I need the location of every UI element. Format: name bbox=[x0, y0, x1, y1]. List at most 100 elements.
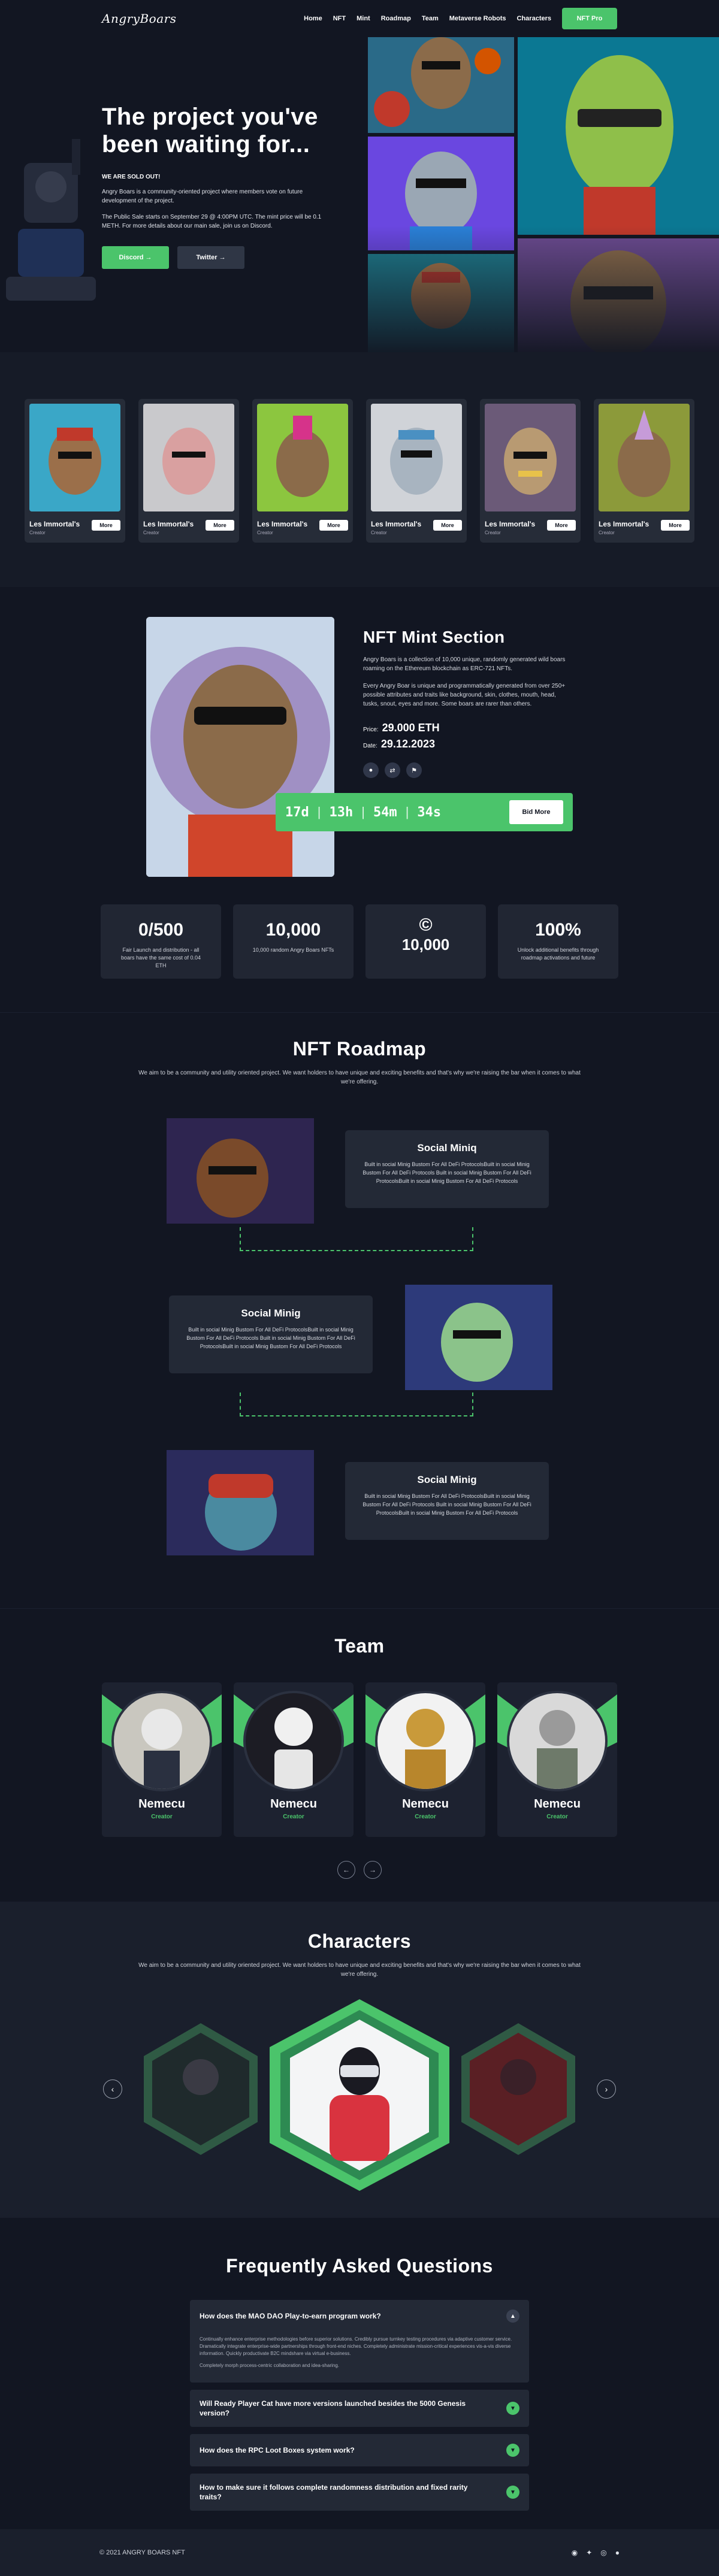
stat-card: 100% Unlock additional benefits through r… bbox=[498, 904, 618, 979]
nav-link-roadmap[interactable]: Roadmap bbox=[381, 15, 411, 22]
characters-next-arrow-icon[interactable]: › bbox=[597, 2079, 616, 2099]
more-button[interactable]: More bbox=[547, 520, 576, 531]
roadmap-box-1: Social Miniq Built in social Minig Busto… bbox=[345, 1130, 549, 1208]
chevron-up-icon[interactable]: ▲ bbox=[506, 2309, 519, 2323]
more-button[interactable]: More bbox=[206, 520, 234, 531]
chevron-down-icon[interactable]: ▼ bbox=[506, 2444, 519, 2457]
twitter-icon[interactable]: ✦ bbox=[586, 2548, 592, 2557]
roadmap-box-title: Social Miniq bbox=[417, 1142, 477, 1154]
character-center[interactable] bbox=[270, 1999, 449, 2191]
team-section: Team Nemecu Creator Nemecu Creator Nemec… bbox=[0, 1608, 719, 1902]
nft-card-image bbox=[485, 404, 576, 511]
more-button[interactable]: More bbox=[92, 520, 120, 531]
faq-answer-paragraph: Completely morph process-centric collabo… bbox=[200, 2363, 340, 2368]
sold-out-label: WE ARE SOLD OUT! bbox=[102, 174, 161, 180]
flag-icon[interactable]: ⚑ bbox=[406, 762, 422, 778]
faq-answer: Continually enhance enterprise methodolo… bbox=[200, 2336, 519, 2369]
nft-card[interactable]: Les Immortal's Creator More bbox=[594, 399, 694, 543]
team-member-card[interactable]: Nemecu Creator bbox=[497, 1682, 617, 1837]
faq-answer-paragraph: Continually enhance enterprise methodolo… bbox=[200, 2336, 512, 2356]
team-member-card[interactable]: Nemecu Creator bbox=[234, 1682, 354, 1837]
robot-illustration bbox=[6, 139, 96, 301]
more-button[interactable]: More bbox=[661, 520, 690, 531]
stat-text: Fair Launch and distribution - all boars… bbox=[120, 947, 201, 968]
card-title: Les Immortal's bbox=[485, 520, 536, 528]
share-icon[interactable]: ⇄ bbox=[385, 762, 400, 778]
price-value: 29.000 ETH bbox=[382, 722, 440, 734]
nav-link-metaverse-robots[interactable]: Metaverse Robots bbox=[449, 15, 506, 22]
mint-info: NFT Mint Section Angry Boars is a collec… bbox=[363, 628, 573, 778]
card-subtitle: Creator bbox=[485, 530, 501, 535]
team-member-card[interactable]: Nemecu Creator bbox=[365, 1682, 485, 1837]
member-name: Nemecu bbox=[138, 1797, 185, 1811]
roadmap-box-title: Social Minig bbox=[417, 1474, 477, 1485]
character-right[interactable] bbox=[461, 2023, 575, 2155]
opensea-icon[interactable]: ● bbox=[615, 2548, 620, 2557]
team-member-card[interactable]: Nemecu Creator bbox=[102, 1682, 222, 1837]
footer-copyright: © 2021 ANGRY BOARS NFT bbox=[99, 2549, 185, 2556]
nav-link-home[interactable]: Home bbox=[304, 15, 322, 22]
nft-cards-section: Les Immortal's Creator More Les Immortal's… bbox=[0, 352, 719, 587]
discord-icon[interactable]: ◉ bbox=[572, 2548, 578, 2557]
avatar bbox=[111, 1691, 212, 1791]
roadmap-connector bbox=[240, 1227, 473, 1251]
bid-more-button[interactable]: Bid More bbox=[509, 800, 563, 824]
nft-pro-button[interactable]: NFT Pro bbox=[562, 8, 617, 29]
hero-paragraph-1: Angry Boars is a community-oriented proj… bbox=[102, 189, 303, 204]
card-subtitle: Creator bbox=[371, 530, 387, 535]
card-subtitle: Creator bbox=[599, 530, 615, 535]
member-role: Creator bbox=[151, 1814, 173, 1820]
member-role: Creator bbox=[546, 1814, 568, 1820]
mint-title: NFT Mint Section bbox=[363, 628, 505, 646]
top-nav: AngryBoars Home NFT Mint Roadmap Team Me… bbox=[0, 0, 719, 37]
faq-item[interactable]: How does the MAO DAO Play-to-earn progra… bbox=[190, 2300, 529, 2383]
nav-link-mint[interactable]: Mint bbox=[357, 15, 370, 22]
nav-link-team[interactable]: Team bbox=[422, 15, 439, 22]
card-title: Les Immortal's bbox=[29, 520, 80, 528]
date-row: Date: 29.12.2023 bbox=[363, 738, 573, 750]
member-name: Nemecu bbox=[534, 1797, 581, 1811]
nft-card[interactable]: Les Immortal's Creator More bbox=[25, 399, 125, 543]
logo[interactable]: AngryBoars bbox=[102, 11, 176, 26]
nft-card[interactable]: Les Immortal's Creator More bbox=[252, 399, 353, 543]
instagram-icon[interactable]: ◎ bbox=[600, 2548, 606, 2557]
copyright-icon: © bbox=[419, 915, 433, 935]
member-name: Nemecu bbox=[402, 1797, 449, 1811]
nav-link-nft[interactable]: NFT bbox=[333, 15, 346, 22]
faq-item[interactable]: How to make sure it follows complete ran… bbox=[190, 2474, 529, 2511]
roadmap-box-3: Social Minig Built in social Minig Busto… bbox=[345, 1462, 549, 1540]
nft-card[interactable]: Les Immortal's Creator More bbox=[366, 399, 467, 543]
twitter-button[interactable]: Twitter → bbox=[177, 246, 244, 269]
chevron-down-icon[interactable]: ▼ bbox=[506, 2486, 519, 2499]
characters-prev-arrow-icon[interactable]: ‹ bbox=[103, 2079, 122, 2099]
discord-button[interactable]: Discord → bbox=[102, 246, 169, 269]
date-label: Date: bbox=[363, 743, 377, 749]
faq-item[interactable]: How does the RPC Loot Boxes system work?… bbox=[190, 2434, 529, 2466]
more-button[interactable]: More bbox=[433, 520, 462, 531]
character-left[interactable] bbox=[144, 2023, 258, 2155]
roadmap-box-text: Built in social Minig Bustom For All DeF… bbox=[186, 1327, 355, 1349]
hero-title: The project you've been waiting for... bbox=[102, 104, 318, 158]
team-prev-arrow-icon[interactable]: ← bbox=[337, 1861, 355, 1879]
collage-tile-2 bbox=[518, 37, 719, 235]
avatar bbox=[375, 1691, 476, 1791]
more-button[interactable]: More bbox=[319, 520, 348, 531]
faq-item[interactable]: Will Ready Player Cat have more versions… bbox=[190, 2390, 529, 2427]
faq-section: Frequently Asked Questions How does the … bbox=[0, 2218, 719, 2529]
chevron-down-icon[interactable]: ▼ bbox=[506, 2402, 519, 2415]
nft-card-image bbox=[599, 404, 690, 511]
faq-question: Will Ready Player Cat have more versions… bbox=[200, 2399, 466, 2417]
timer-minutes: 54m bbox=[373, 804, 397, 820]
nft-card[interactable]: Les Immortal's Creator More bbox=[480, 399, 581, 543]
team-next-arrow-icon[interactable]: → bbox=[364, 1861, 382, 1879]
discord-icon[interactable]: ● bbox=[363, 762, 379, 778]
card-title: Les Immortal's bbox=[143, 520, 194, 528]
date-value: 29.12.2023 bbox=[380, 738, 435, 750]
footer: © 2021 ANGRY BOARS NFT ◉ ✦ ◎ ● bbox=[0, 2529, 719, 2576]
nft-card[interactable]: Les Immortal's Creator More bbox=[138, 399, 239, 543]
nft-card-image bbox=[143, 404, 234, 511]
characters-carousel: ‹ › bbox=[0, 1999, 719, 2191]
timer-days: 17d bbox=[285, 804, 309, 820]
nav-link-characters[interactable]: Characters bbox=[517, 15, 551, 22]
mint-image bbox=[146, 617, 334, 877]
